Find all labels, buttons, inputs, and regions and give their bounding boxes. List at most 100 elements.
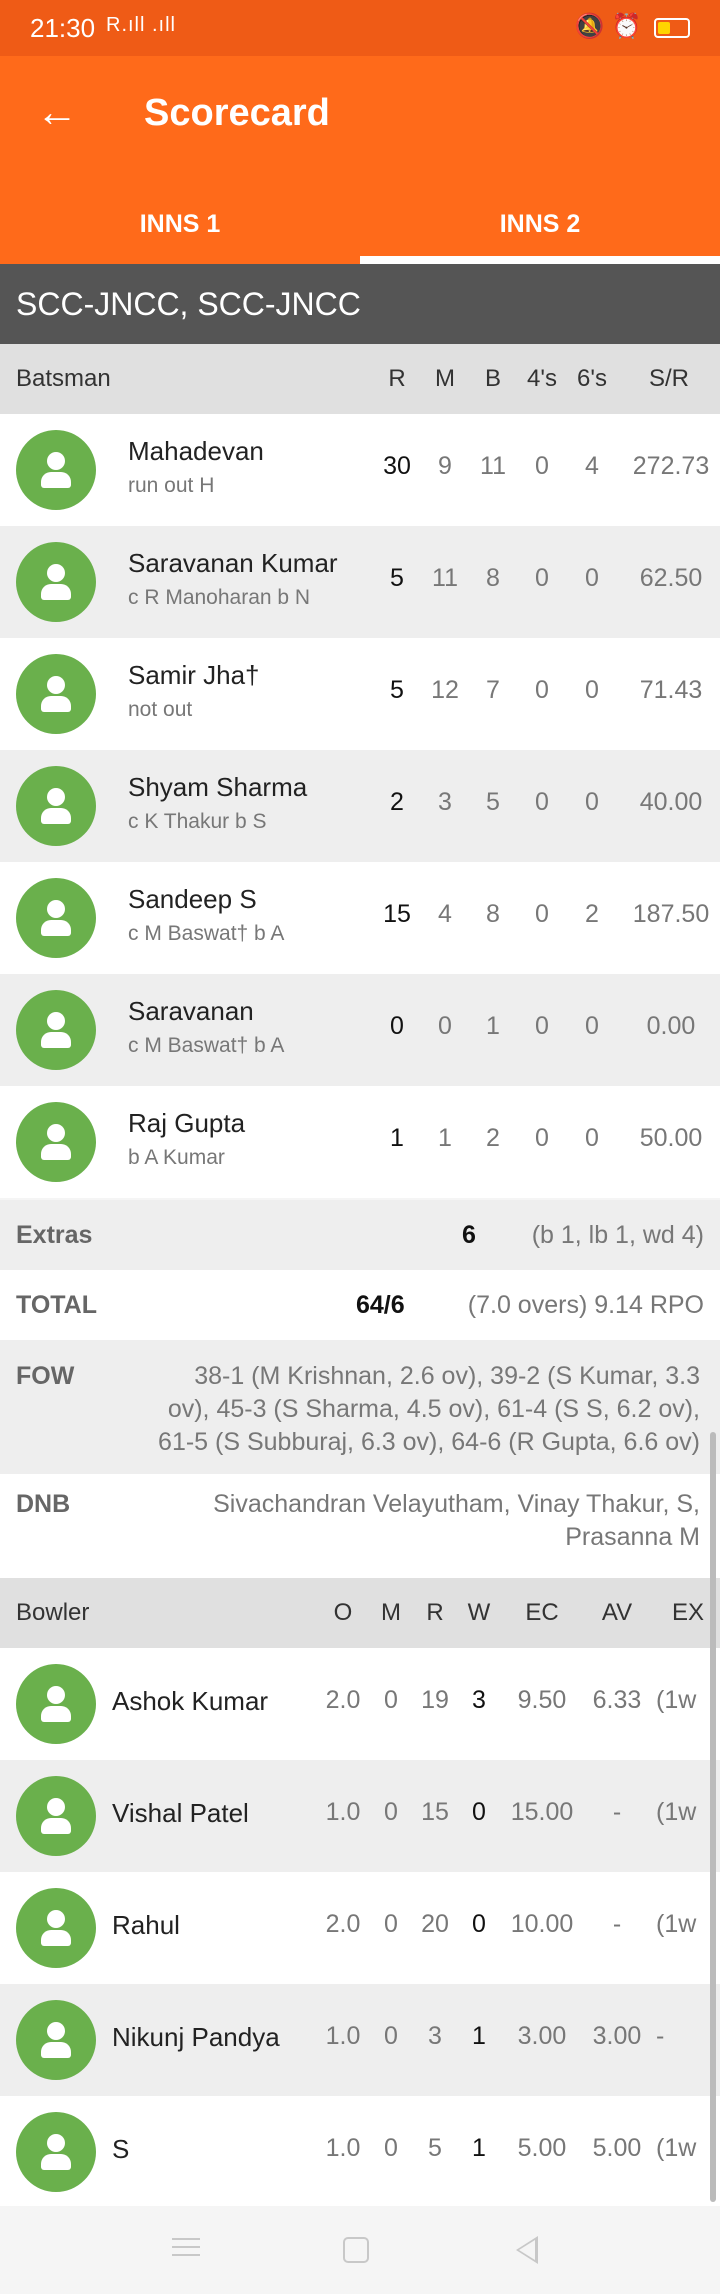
overs-column-header: O [333,1599,353,1626]
avatar-icon [16,2000,96,2080]
balls-value: 1 [486,1012,500,1040]
batsman-name[interactable]: Raj Gupta [128,1108,245,1139]
total-row: TOTAL 64/6 (7.0 overs) 9.14 RPO [0,1270,720,1340]
sixes-column-header: 6's [577,365,607,392]
average-value: - [612,1910,622,1938]
extras-value: 6 [462,1221,476,1249]
minutes-value: 1 [438,1124,452,1152]
economy-value: 15.00 [510,1798,574,1826]
sixes-value: 0 [585,788,599,816]
status-bar: 21:30 R.ıll .ıll 🔕 ⏰ [0,0,720,56]
wickets-value: 0 [472,1798,486,1826]
avatar-icon [16,1102,96,1182]
alarm-icon: ⏰ [611,13,642,40]
batsman-row[interactable]: Raj Gupta b A Kumar 1 1 2 0 0 50.00 [0,1086,720,1198]
app-bar: ← Scorecard INNS 1 INNS 2 [0,56,720,264]
total-value: 64/6 [356,1291,405,1319]
balls-value: 8 [486,564,500,592]
sixes-value: 0 [585,676,599,704]
mute-icon: 🔕 [574,13,605,40]
dnb-line: Prasanna M [565,1523,700,1551]
avatar-icon [16,430,96,510]
batsman-row[interactable]: Saravanan Kumar c R Manoharan b N 5 11 8 0 0 62… [0,526,720,638]
batsman-name[interactable]: Shyam Sharma [128,772,307,803]
batsman-column-header: Batsman [16,365,111,392]
strike-rate-value: 272.73 [632,452,710,480]
bowler-name[interactable]: Nikunj Pandya [112,2022,280,2053]
avatar-icon [16,1776,96,1856]
bowler-name[interactable]: S [112,2134,129,2165]
total-label: TOTAL [16,1291,98,1319]
runs-value: 5 [390,564,404,592]
average-value: 3.00 [592,2022,642,2050]
batsman-name[interactable]: Mahadevan [128,436,264,467]
tab-inns-1[interactable]: INNS 1 [0,184,360,264]
maidens-value: 0 [384,1686,398,1714]
dnb-label: DNB [16,1490,71,1518]
overs-value: 1.0 [325,2022,361,2050]
extras-detail: (b 1, lb 1, wd 4) [531,1221,704,1249]
tab-inns-2[interactable]: INNS 2 [360,184,720,264]
status-icons: 🔕 ⏰ [575,12,690,41]
runs-conceded-value: 5 [428,2134,442,2162]
bowler-name[interactable]: Ashok Kumar [112,1686,268,1717]
sixes-value: 0 [585,1124,599,1152]
bowler-row[interactable]: Nikunj Pandya 1.0 0 3 1 3.00 3.00- [0,1984,720,2096]
home-icon[interactable] [343,2237,369,2263]
overs-value: 2.0 [325,1910,361,1938]
avatar-icon [16,878,96,958]
batsman-row[interactable]: Mahadevan run out H 30 9 11 0 4 272.73 [0,414,720,526]
avatar-icon [16,654,96,734]
bowler-row[interactable]: Rahul 2.0 0 20 0 10.00- (1w [0,1872,720,1984]
back-triangle-icon[interactable] [516,2236,538,2264]
wickets-column-header: W [467,1599,491,1626]
maidens-value: 0 [384,2022,398,2050]
fow-label: FOW [16,1362,75,1390]
bowler-row[interactable]: S 1.0 0 5 1 5.00 5.00 (1w [0,2096,720,2208]
balls-value: 8 [486,900,500,928]
strike-rate-value: 62.50 [639,564,703,592]
fours-value: 0 [535,1012,549,1040]
tab-indicator [360,256,720,264]
bowler-name[interactable]: Vishal Patel [112,1798,249,1829]
fall-of-wickets: FOW 38-1 (M Krishnan, 2.6 ov), 39-2 (S K… [0,1340,720,1474]
batsman-row[interactable]: Saravanan c M Baswat† b A 0 0 1 0 0 0.00 [0,974,720,1086]
batsman-name[interactable]: Samir Jha† [128,660,260,691]
fow-line: ov), 45-3 (S Sharma, 4.5 ov), 61-4 (S S,… [167,1395,700,1423]
dnb-line: Sivachandran Velayutham, Vinay Thakur, S… [213,1490,700,1518]
back-arrow-icon[interactable]: ← [36,84,78,140]
minutes-value: 11 [432,564,458,592]
batsman-name[interactable]: Sandeep S [128,884,257,915]
team-header: SCC-JNCC, SCC-JNCC [0,264,720,344]
dismissal-text: run out H [128,474,215,497]
batsman-name[interactable]: Saravanan Kumar [128,548,338,579]
fours-column-header: 4's [527,365,557,392]
scrollbar[interactable] [710,1432,716,2202]
batsman-name[interactable]: Saravanan [128,996,254,1027]
dismissal-text: c M Baswat† b A [128,1034,285,1057]
page-title: Scorecard [144,92,330,134]
runs-column-header: R [388,365,406,392]
avatar-icon [16,1888,96,1968]
runs-value: 30 [383,452,411,480]
wickets-value: 1 [472,2134,486,2162]
bowler-row[interactable]: Ashok Kumar 2.0 0 19 3 9.50 6.33 (1w [0,1648,720,1760]
batsman-row[interactable]: Shyam Sharma c K Thakur b S 2 3 5 0 0 40.00 [0,750,720,862]
fow-line: 61-5 (S Subburaj, 6.3 ov), 64-6 (R Gupta… [158,1428,700,1456]
wickets-value: 3 [472,1686,486,1714]
runs-conceded-value: 19 [421,1686,449,1714]
batsman-row[interactable]: Sandeep S c M Baswat† b A 15 4 8 0 2 187.50 [0,862,720,974]
average-value: 6.33 [592,1686,642,1714]
menu-icon[interactable] [168,2232,204,2268]
bowler-name[interactable]: Rahul [112,1910,180,1941]
bowler-row[interactable]: Vishal Patel 1.0 0 15 0 15.00- (1w [0,1760,720,1872]
strike-rate-value: 40.00 [639,788,703,816]
minutes-value: 0 [438,1012,452,1040]
extras-label: Extras [16,1221,93,1249]
economy-value: 9.50 [517,1686,567,1714]
balls-column-header: B [484,365,501,392]
batsman-row[interactable]: Samir Jha† not out 5 12 7 0 0 71.43 [0,638,720,750]
bowler-column-header: Bowler [16,1599,90,1626]
economy-value: 10.00 [510,1910,574,1938]
total-detail: (7.0 overs) 9.14 RPO [467,1291,704,1319]
